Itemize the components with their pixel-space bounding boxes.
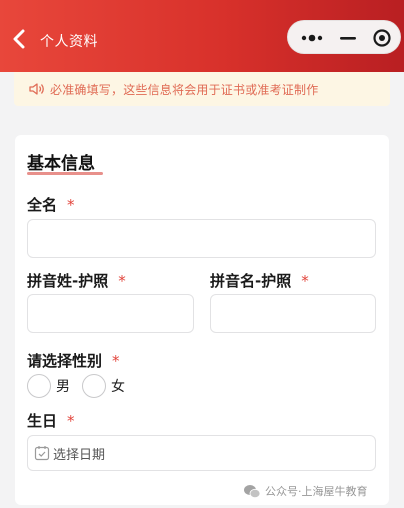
full-name-label-text: 全名 (27, 196, 58, 214)
app-header: 个人资料 (0, 0, 404, 72)
watermark: 公众号·上海屋牛教育 (243, 478, 368, 504)
calendar-icon (34, 446, 50, 461)
gender-radio-male[interactable] (27, 374, 51, 398)
birthday-placeholder: 选择日期 (53, 447, 106, 463)
pinyin-given-label: 拼音名-护照 * (210, 270, 309, 291)
birthday-date-picker[interactable]: 选择日期 (27, 435, 376, 471)
close-circle-icon[interactable] (372, 28, 392, 48)
required-mark: * (118, 272, 126, 290)
gender-label: 请选择性别 * (27, 350, 120, 371)
gender-radio-female[interactable] (82, 374, 106, 398)
required-mark: * (112, 352, 120, 370)
required-mark: * (67, 196, 75, 214)
speaker-icon (29, 83, 44, 95)
gender-label-text: 请选择性别 (27, 352, 103, 370)
basic-info-card: 基本信息 全名 * 拼音姓-护照 * 拼音名-护照 * 请选择性别 * 男 女 生日 * … (15, 135, 389, 505)
back-button[interactable] (10, 28, 28, 50)
page-title: 个人资料 (40, 34, 98, 50)
pinyin-surname-label-text: 拼音姓-护照 (27, 272, 109, 290)
gender-option-female[interactable]: 女 (111, 376, 125, 396)
pinyin-given-label-text: 拼音名-护照 (210, 272, 292, 290)
pinyin-surname-label: 拼音姓-护照 * (27, 270, 126, 291)
mini-program-capsule (287, 20, 401, 54)
section-title: 基本信息 (27, 154, 95, 174)
notice-text: 必准确填写，这些信息将会用于证书或准考证制作 (50, 82, 319, 97)
chevron-left-icon (13, 29, 25, 49)
full-name-label: 全名 * (27, 194, 75, 215)
wechat-icon (244, 484, 261, 498)
pinyin-surname-input[interactable] (27, 294, 194, 333)
gender-radio-group: 男 女 (27, 374, 137, 398)
pinyin-given-input[interactable] (210, 294, 376, 333)
birthday-label-text: 生日 (27, 412, 58, 430)
more-icon[interactable] (298, 30, 326, 46)
watermark-text: 公众号·上海屋牛教育 (265, 485, 368, 498)
minimize-icon[interactable] (337, 30, 359, 46)
full-name-input[interactable] (27, 219, 376, 258)
required-mark: * (301, 272, 309, 290)
gender-option-male[interactable]: 男 (56, 376, 70, 396)
required-mark: * (67, 412, 75, 430)
birthday-label: 生日 * (27, 410, 75, 431)
notice-bar: 必准确填写，这些信息将会用于证书或准考证制作 (14, 72, 390, 106)
